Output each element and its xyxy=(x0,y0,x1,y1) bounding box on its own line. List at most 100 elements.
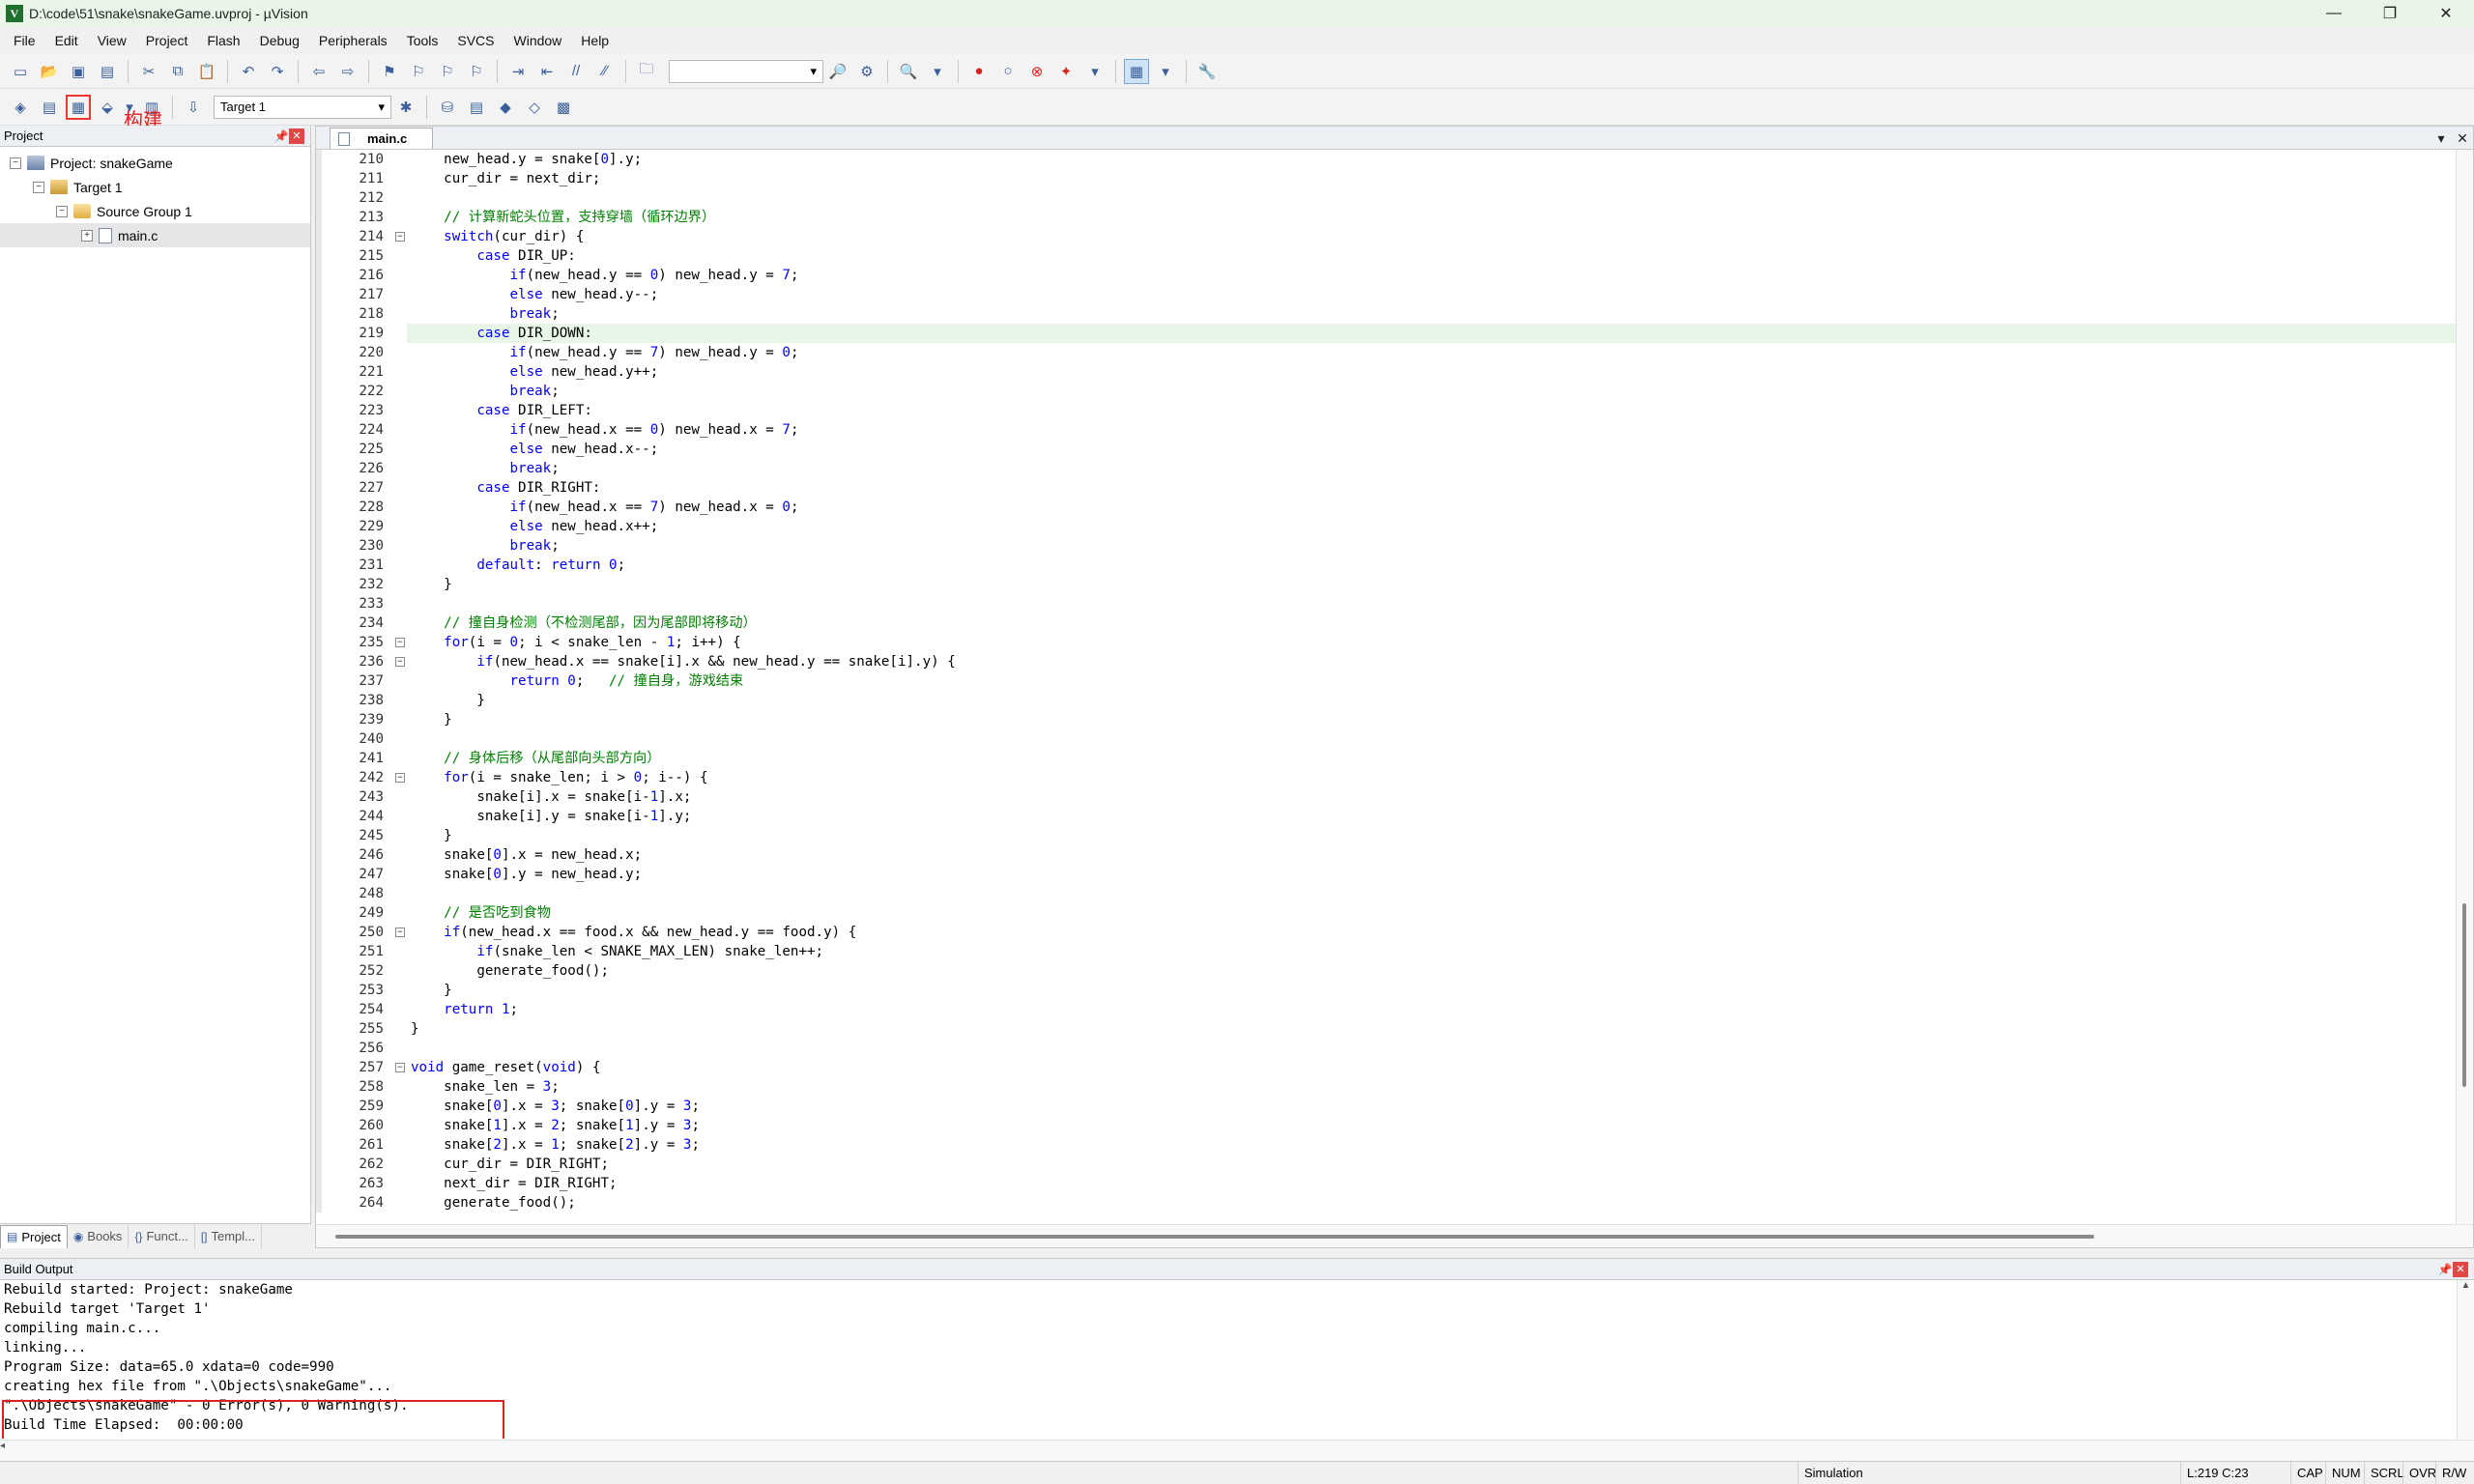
copy-icon[interactable]: ⧉ xyxy=(165,59,190,84)
code-line[interactable]: 222 break; xyxy=(316,382,2473,401)
redo-icon[interactable]: ↷ xyxy=(265,59,290,84)
menu-flash[interactable]: Flash xyxy=(197,27,249,54)
build-icon[interactable]: ▤ xyxy=(37,95,62,120)
menu-peripherals[interactable]: Peripherals xyxy=(309,27,397,54)
code-line[interactable]: 252 generate_food(); xyxy=(316,961,2473,981)
code-line[interactable]: 261 snake[2].x = 1; snake[2].y = 3; xyxy=(316,1135,2473,1155)
code-line[interactable]: 249 // 是否吃到食物 xyxy=(316,903,2473,923)
find-combobox[interactable]: ▾ xyxy=(669,59,823,83)
code-line[interactable]: 225 else new_head.x--; xyxy=(316,440,2473,459)
code-line[interactable]: 238 } xyxy=(316,691,2473,710)
pin-icon[interactable]: 📌 xyxy=(273,129,289,143)
code-line[interactable]: 213 // 计算新蛇头位置，支持穿墙（循环边界） xyxy=(316,208,2473,227)
fold-collapse-icon[interactable]: − xyxy=(393,652,407,671)
cut-icon[interactable]: ✂ xyxy=(136,59,161,84)
code-line[interactable]: 219 case DIR_DOWN: xyxy=(316,324,2473,343)
manage-multi-project-icon[interactable]: ▤ xyxy=(464,95,489,120)
save-all-icon[interactable]: ▤ xyxy=(95,59,120,84)
chevron-down-icon[interactable]: ▾ xyxy=(1082,59,1108,84)
bookmark-icon[interactable]: ⚑ xyxy=(377,59,402,84)
tab-books[interactable]: ◉ Books xyxy=(68,1224,129,1248)
unindent-icon[interactable]: ⇤ xyxy=(534,59,560,84)
minimize-button[interactable]: — xyxy=(2306,0,2362,27)
menu-svcs[interactable]: SVCS xyxy=(447,27,503,54)
scrollbar-thumb[interactable] xyxy=(335,1235,2094,1239)
code-line[interactable]: 233 xyxy=(316,594,2473,614)
clear-breakpoints-icon[interactable]: ⊗ xyxy=(1024,59,1050,84)
expand-icon[interactable]: + xyxy=(81,229,93,242)
target-select[interactable]: Target 1 ▾ xyxy=(214,95,391,119)
menu-window[interactable]: Window xyxy=(504,27,572,54)
navigate-back-icon[interactable]: ⇦ xyxy=(306,59,331,84)
code-line[interactable]: 218 break; xyxy=(316,304,2473,324)
fold-collapse-icon[interactable]: − xyxy=(393,768,407,787)
paste-icon[interactable]: 📋 xyxy=(194,59,219,84)
code-line[interactable]: 234 // 撞自身检测（不检测尾部，因为尾部即将移动） xyxy=(316,614,2473,633)
editor-horizontal-scrollbar[interactable] xyxy=(316,1224,2473,1247)
target-options-icon[interactable]: ✱ xyxy=(393,95,418,120)
code-line[interactable]: 244 snake[i].y = snake[i-1].y; xyxy=(316,807,2473,826)
translate-icon[interactable]: ◈ xyxy=(8,95,33,120)
window-layout-icon[interactable]: ▦ xyxy=(1124,58,1149,84)
close-icon[interactable]: ✕ xyxy=(2453,1261,2468,1277)
code-line[interactable]: 220 if(new_head.y == 7) new_head.y = 0; xyxy=(316,343,2473,362)
code-line[interactable]: 215 case DIR_UP: xyxy=(316,246,2473,266)
uncomment-icon[interactable]: ∕∕ xyxy=(592,59,618,84)
menu-edit[interactable]: Edit xyxy=(45,27,88,54)
kill-breakpoints-icon[interactable]: ✦ xyxy=(1053,59,1079,84)
close-window-button[interactable]: ✕ xyxy=(2418,0,2474,27)
rebuild-icon[interactable]: ▦ xyxy=(66,94,91,120)
code-line[interactable]: 223 case DIR_LEFT: xyxy=(316,401,2473,420)
code-line[interactable]: 216 if(new_head.y == 0) new_head.y = 7; xyxy=(316,266,2473,285)
pack-installer-icon[interactable]: ▩ xyxy=(551,95,576,120)
navigate-forward-icon[interactable]: ⇨ xyxy=(335,59,360,84)
open-file-icon[interactable]: 📂 xyxy=(37,59,62,84)
incremental-find-icon[interactable]: ⚙ xyxy=(854,59,879,84)
comment-icon[interactable]: // xyxy=(563,59,589,84)
manage-rte-icon[interactable]: ◇ xyxy=(522,95,547,120)
code-line[interactable]: 229 else new_head.x++; xyxy=(316,517,2473,536)
fold-collapse-icon[interactable]: − xyxy=(393,633,407,652)
menu-file[interactable]: File xyxy=(4,27,45,54)
collapse-icon[interactable]: − xyxy=(10,157,21,169)
code-line[interactable]: 232 } xyxy=(316,575,2473,594)
find-icon[interactable]: 🔎 xyxy=(825,59,850,84)
code-line[interactable]: 255} xyxy=(316,1019,2473,1039)
menu-debug[interactable]: Debug xyxy=(250,27,309,54)
maximize-button[interactable]: ❐ xyxy=(2362,0,2418,27)
code-line[interactable]: 257− void game_reset(void) { xyxy=(316,1058,2473,1077)
tree-item-project[interactable]: − Project: snakeGame xyxy=(0,151,310,175)
manage-project-items-icon[interactable]: ⛁ xyxy=(435,95,460,120)
code-line[interactable]: 241 // 身体后移（从尾部向头部方向） xyxy=(316,749,2473,768)
code-line[interactable]: 253 } xyxy=(316,981,2473,1000)
code-line[interactable]: 211 cur_dir = next_dir; xyxy=(316,169,2473,188)
download-icon[interactable]: ⇩ xyxy=(181,95,206,120)
code-line[interactable]: 259 snake[0].x = 3; snake[0].y = 3; xyxy=(316,1097,2473,1116)
collapse-icon[interactable]: − xyxy=(33,181,44,193)
find-in-files-icon[interactable]: 🗀 xyxy=(634,59,659,84)
code-line[interactable]: 221 else new_head.y++; xyxy=(316,362,2473,382)
code-line[interactable]: 239 } xyxy=(316,710,2473,729)
editor-vertical-scrollbar[interactable] xyxy=(2456,150,2473,1224)
fold-collapse-icon[interactable]: − xyxy=(393,227,407,246)
code-line[interactable]: 254 return 1; xyxy=(316,1000,2473,1019)
select-packs-icon[interactable]: ◆ xyxy=(493,95,518,120)
build-output-vertical-scrollbar[interactable]: ▲ xyxy=(2457,1280,2474,1439)
fold-collapse-icon[interactable]: − xyxy=(393,923,407,942)
code-line[interactable]: 262 cur_dir = DIR_RIGHT; xyxy=(316,1155,2473,1174)
code-line[interactable]: 258 snake_len = 3; xyxy=(316,1077,2473,1097)
code-line[interactable]: 227 case DIR_RIGHT: xyxy=(316,478,2473,498)
code-line[interactable]: 264 generate_food(); xyxy=(316,1193,2473,1213)
menu-project[interactable]: Project xyxy=(136,27,198,54)
menu-help[interactable]: Help xyxy=(571,27,618,54)
code-line[interactable]: 231 default: return 0; xyxy=(316,556,2473,575)
code-line[interactable]: 247 snake[0].y = new_head.y; xyxy=(316,865,2473,884)
indent-icon[interactable]: ⇥ xyxy=(505,59,531,84)
code-line[interactable]: 210 new_head.y = snake[0].y; xyxy=(316,150,2473,169)
collapse-icon[interactable]: − xyxy=(56,205,68,217)
build-output-horizontal-scrollbar[interactable]: ◂ xyxy=(0,1440,2474,1461)
tab-functions[interactable]: {} Funct... xyxy=(129,1224,195,1248)
code-line[interactable]: 224 if(new_head.x == 0) new_head.x = 7; xyxy=(316,420,2473,440)
code-line[interactable]: 242− for(i = snake_len; i > 0; i--) { xyxy=(316,768,2473,787)
next-bookmark-icon[interactable]: ⚐ xyxy=(435,59,460,84)
